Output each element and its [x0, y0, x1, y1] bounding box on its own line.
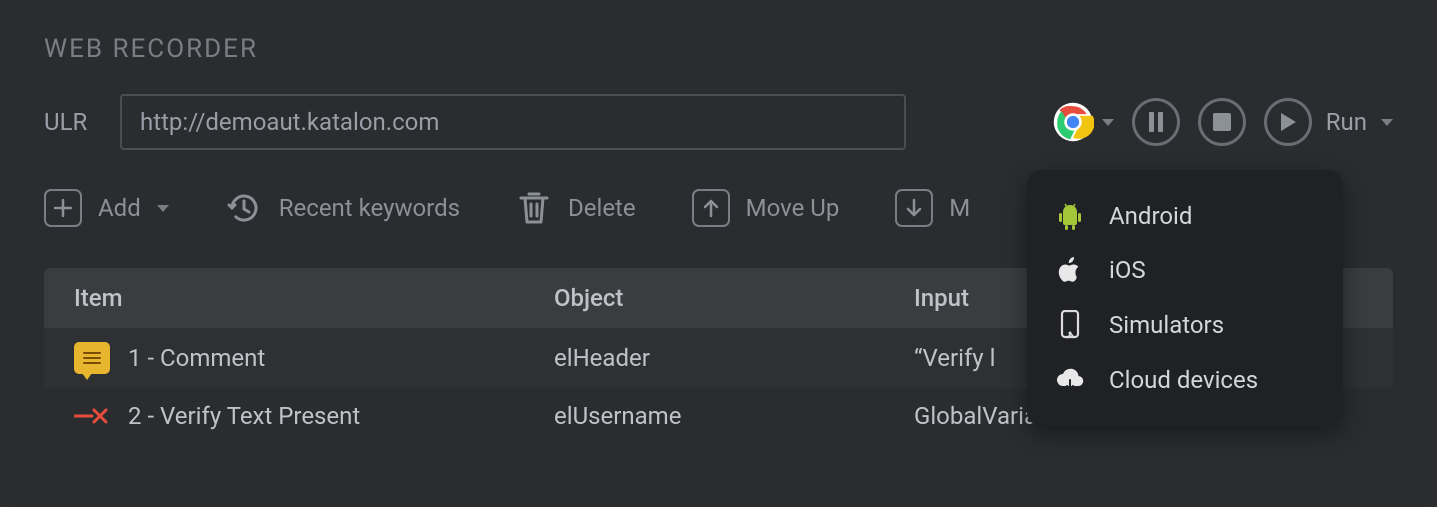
- play-icon: [1279, 112, 1297, 132]
- col-object: Object: [554, 284, 914, 312]
- arrow-up-icon: [692, 189, 730, 227]
- chevron-down-icon: [157, 205, 169, 212]
- dropdown-label: Android: [1109, 202, 1192, 230]
- stop-button[interactable]: [1198, 98, 1246, 146]
- browser-selector[interactable]: [1052, 101, 1114, 143]
- chevron-down-icon: [1102, 119, 1114, 126]
- run-button[interactable]: Run: [1264, 98, 1393, 146]
- dropdown-item-simulators[interactable]: Simulators: [1027, 298, 1343, 352]
- dropdown-label: Cloud devices: [1109, 366, 1258, 394]
- apple-icon: [1055, 256, 1085, 284]
- dropdown-item-ios[interactable]: iOS: [1027, 244, 1343, 296]
- comment-icon: [74, 342, 110, 374]
- device-dropdown: Android iOS Simulators: [1027, 170, 1343, 426]
- add-label: Add: [98, 194, 141, 222]
- pause-icon: [1147, 112, 1165, 132]
- fail-icon: [74, 404, 110, 428]
- dropdown-label: Simulators: [1109, 311, 1224, 339]
- dropdown-item-cloud[interactable]: Cloud devices: [1027, 354, 1343, 406]
- move-up-label: Move Up: [746, 194, 840, 222]
- delete-label: Delete: [568, 194, 636, 222]
- add-button[interactable]: Add: [44, 189, 169, 227]
- recent-keywords-button[interactable]: Recent keywords: [225, 189, 460, 227]
- chrome-icon: [1052, 101, 1094, 143]
- row-object-text: elUsername: [554, 402, 914, 430]
- arrow-down-icon: [895, 189, 933, 227]
- history-icon: [225, 189, 263, 227]
- trash-icon: [516, 188, 552, 228]
- panel-title: WEB RECORDER: [44, 34, 1393, 64]
- row-object-text: elHeader: [554, 344, 914, 372]
- col-item: Item: [74, 284, 554, 312]
- cloud-icon: [1055, 368, 1085, 392]
- pause-button[interactable]: [1132, 98, 1180, 146]
- dropdown-label: iOS: [1109, 256, 1146, 284]
- phone-icon: [1055, 310, 1085, 340]
- run-label: Run: [1326, 108, 1367, 136]
- dropdown-item-android[interactable]: Android: [1027, 190, 1343, 242]
- stop-icon: [1213, 113, 1231, 131]
- url-input[interactable]: [120, 94, 906, 150]
- row-item-text: 2 - Verify Text Present: [128, 402, 360, 430]
- move-down-label: M: [949, 194, 970, 222]
- android-icon: [1055, 202, 1085, 230]
- row-item-text: 1 - Comment: [128, 344, 265, 372]
- chevron-down-icon: [1381, 119, 1393, 126]
- plus-icon: [44, 189, 82, 227]
- move-up-button[interactable]: Move Up: [692, 189, 840, 227]
- url-label: ULR: [44, 108, 92, 136]
- recent-label: Recent keywords: [279, 194, 460, 222]
- move-down-button[interactable]: M: [895, 189, 970, 227]
- delete-button[interactable]: Delete: [516, 188, 636, 228]
